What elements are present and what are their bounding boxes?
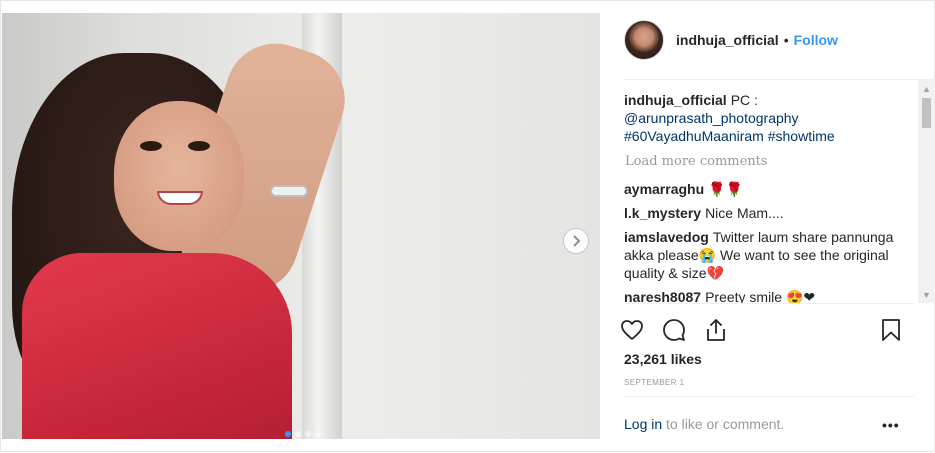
carousel-next-button[interactable]	[563, 228, 589, 254]
caption-mention[interactable]: @arunprasath_photography	[624, 110, 799, 126]
action-bar	[617, 311, 917, 351]
share-upload-icon	[707, 319, 725, 341]
chevron-right-icon	[573, 235, 581, 247]
post-date: SEPTEMBER 1	[624, 378, 685, 387]
save-button[interactable]	[876, 315, 906, 345]
comments-scrollbar[interactable]: ▲ ▼	[918, 80, 935, 303]
login-link[interactable]: Log in	[624, 416, 662, 432]
comment-username[interactable]: l.k_mystery	[624, 205, 701, 221]
likes-count[interactable]: 23,261 likes	[624, 351, 702, 367]
heart-icon	[621, 320, 643, 340]
comment-item: aymarraghu 🌹🌹	[624, 180, 914, 198]
login-prompt-text: to like or comment.	[662, 416, 785, 432]
comment-button[interactable]	[659, 315, 689, 345]
login-prompt: Log in to like or comment.	[624, 416, 784, 432]
comment-username[interactable]: naresh8087	[624, 289, 701, 303]
caption: indhuja_official PC : @arunprasath_photog…	[624, 91, 914, 145]
header-divider	[624, 79, 935, 80]
comments-list[interactable]: indhuja_official PC : @arunprasath_photog…	[624, 91, 914, 303]
carousel-dots	[285, 431, 321, 437]
carousel-dot	[295, 431, 301, 437]
carousel-dot	[305, 431, 311, 437]
photo-smile	[157, 191, 203, 205]
photo-eye-right	[188, 141, 210, 151]
post-sidebar: indhuja_official • Follow indhuja_offici…	[600, 1, 935, 453]
comment-bubble-icon	[663, 319, 685, 341]
comment-text: Preety smile 😍❤	[705, 289, 816, 303]
carousel-dot	[285, 431, 291, 437]
photo-face	[114, 101, 244, 251]
comment-item: l.k_mystery Nice Mam....	[624, 204, 914, 222]
scroll-down-arrow-icon[interactable]: ▼	[918, 286, 935, 303]
header-username[interactable]: indhuja_official	[676, 32, 779, 48]
follow-button[interactable]: Follow	[794, 32, 838, 48]
comment-item: iamslavedog Twitter laum share pannunga a…	[624, 228, 914, 282]
like-button[interactable]	[617, 315, 647, 345]
post-photo[interactable]	[2, 13, 600, 439]
carousel-dot	[315, 431, 321, 437]
footer-divider	[624, 396, 914, 397]
caption-hashtags[interactable]: #60VayadhuMaaniram #showtime	[624, 128, 835, 144]
avatar[interactable]	[624, 20, 664, 60]
photo-watch	[270, 185, 308, 197]
header-separator: •	[783, 32, 789, 48]
comment-username[interactable]: iamslavedog	[624, 229, 709, 245]
post-modal: indhuja_official • Follow indhuja_offici…	[0, 0, 935, 452]
comment-username[interactable]: aymarraghu	[624, 181, 704, 197]
photo-eye-left	[140, 141, 162, 151]
more-options-button[interactable]: •••	[882, 417, 900, 433]
load-more-comments-button[interactable]: Load more comments	[625, 153, 914, 171]
caption-text: PC :	[730, 92, 758, 108]
bookmark-icon	[882, 319, 900, 341]
photo-dress	[22, 253, 292, 439]
comment-item: naresh8087 Preety smile 😍❤	[624, 288, 914, 303]
comments-divider	[624, 303, 914, 304]
share-button[interactable]	[701, 315, 731, 345]
post-header: indhuja_official • Follow	[600, 1, 935, 79]
scroll-up-arrow-icon[interactable]: ▲	[918, 80, 935, 97]
comment-text: 🌹🌹	[708, 181, 744, 197]
scrollbar-thumb[interactable]	[922, 98, 931, 128]
comment-text: Nice Mam....	[705, 205, 784, 221]
caption-username[interactable]: indhuja_official	[624, 92, 727, 108]
